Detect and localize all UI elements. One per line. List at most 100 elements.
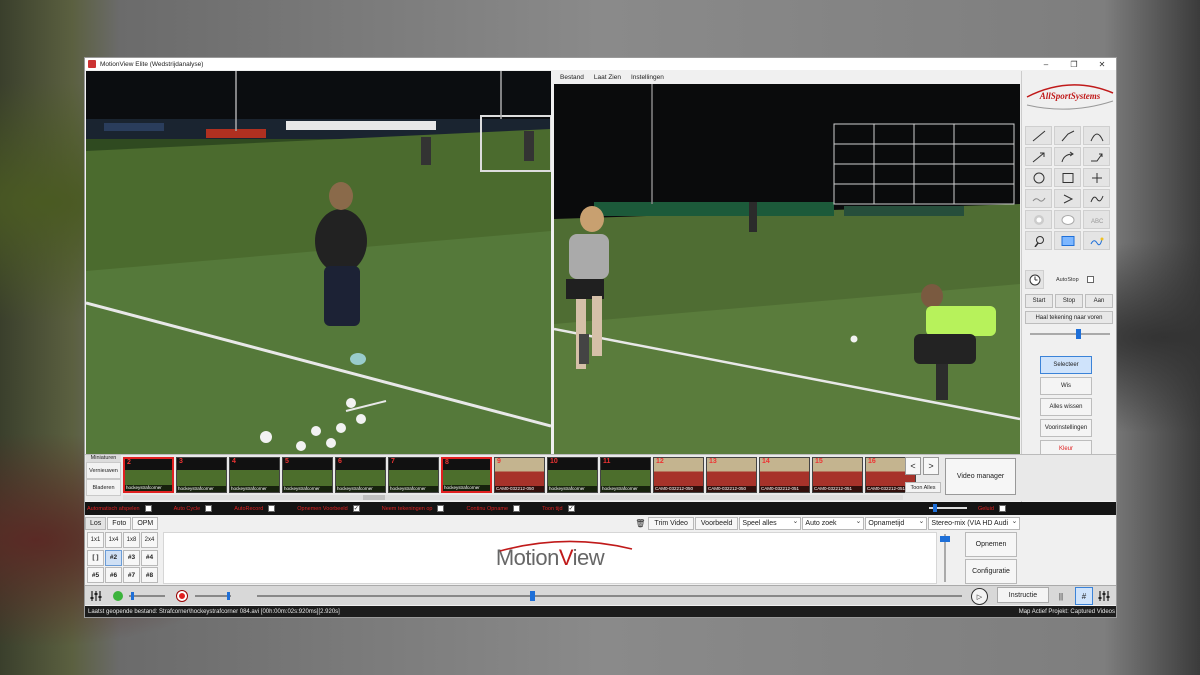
rectangle-tool-icon[interactable] <box>1054 168 1081 187</box>
tab-foto[interactable]: Foto <box>107 516 132 530</box>
video-thumbnail[interactable]: 10 hockeystrafcorner <box>547 457 598 493</box>
text-tool-icon[interactable]: ABC <box>1083 210 1110 229</box>
video-thumbnail[interactable]: 8 hockeystrafcorner <box>441 457 492 493</box>
video-thumbnail[interactable]: 5 hockeystrafcorner <box>282 457 333 493</box>
autostop-checkbox[interactable] <box>1086 276 1094 283</box>
opnemen-button[interactable]: Opnemen <box>965 532 1017 557</box>
volume-slider[interactable] <box>929 504 967 512</box>
speed-slider[interactable] <box>129 592 165 600</box>
voorbeeld-button[interactable]: Voorbeeld <box>694 516 739 530</box>
drawing-size-slider[interactable] <box>1030 329 1110 339</box>
layout-option[interactable]: 1x8 <box>123 532 140 548</box>
selecteer-button[interactable]: Selecteer <box>1040 356 1092 374</box>
video-thumbnail[interactable]: 11 hockeystrafcorner <box>600 457 651 493</box>
option-checkbox[interactable] <box>144 505 152 512</box>
opnametijd-select[interactable]: Opnametijd <box>865 516 928 530</box>
geluid-checkbox[interactable] <box>998 505 1006 512</box>
magnifier-tool-icon[interactable] <box>1025 231 1052 250</box>
toon-alles-button[interactable]: Toon Alles <box>905 482 941 493</box>
curved-arrow-tool-icon[interactable] <box>1054 147 1081 166</box>
video-thumbnail[interactable]: 13 CAM0-032212-050 <box>706 457 757 493</box>
close-icon[interactable]: ✕ <box>1088 60 1116 69</box>
layout-option[interactable]: 1x1 <box>87 532 104 548</box>
freehand-tool-icon[interactable] <box>1025 189 1052 208</box>
layout-option[interactable]: 2x4 <box>141 532 158 548</box>
spotlight-tool-icon[interactable] <box>1025 210 1052 229</box>
thumbnail-scrollbar[interactable] <box>123 495 903 500</box>
clock-icon[interactable] <box>1025 270 1044 289</box>
arc-tool-icon[interactable] <box>1083 126 1110 145</box>
video-thumbnail[interactable]: 2 hockeystrafcorner <box>123 457 174 493</box>
settings-sliders-icon[interactable] <box>1097 589 1111 603</box>
layout-option[interactable]: #8 <box>141 567 158 584</box>
menu-instellingen[interactable]: Instellingen <box>631 74 664 81</box>
grid-toggle-button[interactable]: # <box>1075 587 1093 605</box>
zigzag-arrow-tool-icon[interactable] <box>1083 231 1110 250</box>
voorinstellingen-button[interactable]: Voorinstellingen <box>1040 419 1092 437</box>
arrow-tool-icon[interactable] <box>1025 147 1052 166</box>
speed-icon[interactable] <box>111 589 125 603</box>
tab-opm[interactable]: OPM <box>132 516 159 530</box>
option-checkbox[interactable] <box>437 505 445 512</box>
option-checkbox[interactable] <box>567 505 575 512</box>
layout-option[interactable]: [ ] <box>87 549 104 566</box>
configuratie-button[interactable]: Configuratie <box>965 559 1017 584</box>
alles-wissen-button[interactable]: Alles wissen <box>1040 398 1092 416</box>
vernieuwen-button[interactable]: Vernieuwen <box>86 462 121 479</box>
timeline-slider[interactable] <box>257 591 962 601</box>
menu-bestand[interactable]: Bestand <box>560 74 584 81</box>
thumb-next-button[interactable]: > <box>923 457 939 475</box>
option-checkbox[interactable] <box>352 505 360 512</box>
angle-arrow-tool-icon[interactable] <box>1083 147 1110 166</box>
video-thumbnail[interactable]: 7 hockeystrafcorner <box>388 457 439 493</box>
option-checkbox[interactable] <box>268 505 276 512</box>
video-thumbnail[interactable]: 3 hockeystrafcorner <box>176 457 227 493</box>
auto-zoek-select[interactable]: Auto zoek <box>802 516 865 530</box>
frame-tool-icon[interactable] <box>1054 231 1081 250</box>
minimize-icon[interactable]: – <box>1032 60 1060 69</box>
speel-alles-select[interactable]: Speel alles <box>739 516 802 530</box>
menu-laat-zien[interactable]: Laat Zien <box>594 74 621 81</box>
wis-button[interactable]: Wis <box>1040 377 1092 395</box>
angle-line-tool-icon[interactable] <box>1054 126 1081 145</box>
maximize-icon[interactable]: ❐ <box>1060 60 1088 69</box>
trim-video-button[interactable]: Trim Video <box>648 516 694 530</box>
instructie-button[interactable]: Instructie <box>997 587 1049 603</box>
video-thumbnail[interactable]: 14 CAM0-032212-051 <box>759 457 810 493</box>
wave-tool-icon[interactable] <box>1083 189 1110 208</box>
play-button[interactable]: ▷ <box>971 588 988 605</box>
stop-button[interactable]: Stop <box>1055 294 1083 308</box>
layout-option[interactable]: #7 <box>123 567 140 584</box>
line-tool-icon[interactable] <box>1025 126 1052 145</box>
trash-icon[interactable]: 🗑 <box>635 519 645 528</box>
video-thumbnail[interactable]: 15 CAM0-032212-051 <box>812 457 863 493</box>
layout-option[interactable]: #6 <box>105 567 122 584</box>
ellipse-fill-tool-icon[interactable] <box>1054 210 1081 229</box>
thumb-prev-button[interactable]: < <box>905 457 921 475</box>
cross-tool-icon[interactable] <box>1083 168 1110 187</box>
vertical-level-slider[interactable] <box>939 532 951 584</box>
record-level-slider[interactable] <box>195 592 231 600</box>
option-checkbox[interactable] <box>513 505 521 512</box>
video-thumbnail[interactable]: 6 hockeystrafcorner <box>335 457 386 493</box>
tab-los[interactable]: Los <box>85 516 107 530</box>
layout-option[interactable]: 1x4 <box>105 532 122 548</box>
video-manager-button[interactable]: Video manager <box>945 458 1016 495</box>
option-checkbox[interactable] <box>205 505 213 512</box>
record-icon[interactable] <box>175 589 189 603</box>
circle-tool-icon[interactable] <box>1025 168 1052 187</box>
pause-button[interactable]: || <box>1053 588 1069 604</box>
layout-option[interactable]: #2 <box>105 549 122 566</box>
start-button[interactable]: Start <box>1025 294 1053 308</box>
aan-button[interactable]: Aan <box>1085 294 1113 308</box>
video-thumbnail[interactable]: 9 CAM0-032212-050 <box>494 457 545 493</box>
video-thumbnail[interactable]: 12 CAM0-032212-050 <box>653 457 704 493</box>
video-panel-right[interactable] <box>554 84 1020 479</box>
audio-source-select[interactable]: Stereo-mix (VIA HD Audi <box>928 516 1021 530</box>
chevron-tool-icon[interactable] <box>1054 189 1081 208</box>
video-panel-left[interactable] <box>86 71 551 457</box>
bring-drawing-forward-button[interactable]: Haal tekening naar voren <box>1025 311 1113 324</box>
equalizer-icon[interactable] <box>89 589 103 603</box>
bladeren-button[interactable]: Bladeren <box>86 479 121 496</box>
video-thumbnail[interactable]: 4 hockeystrafcorner <box>229 457 280 493</box>
